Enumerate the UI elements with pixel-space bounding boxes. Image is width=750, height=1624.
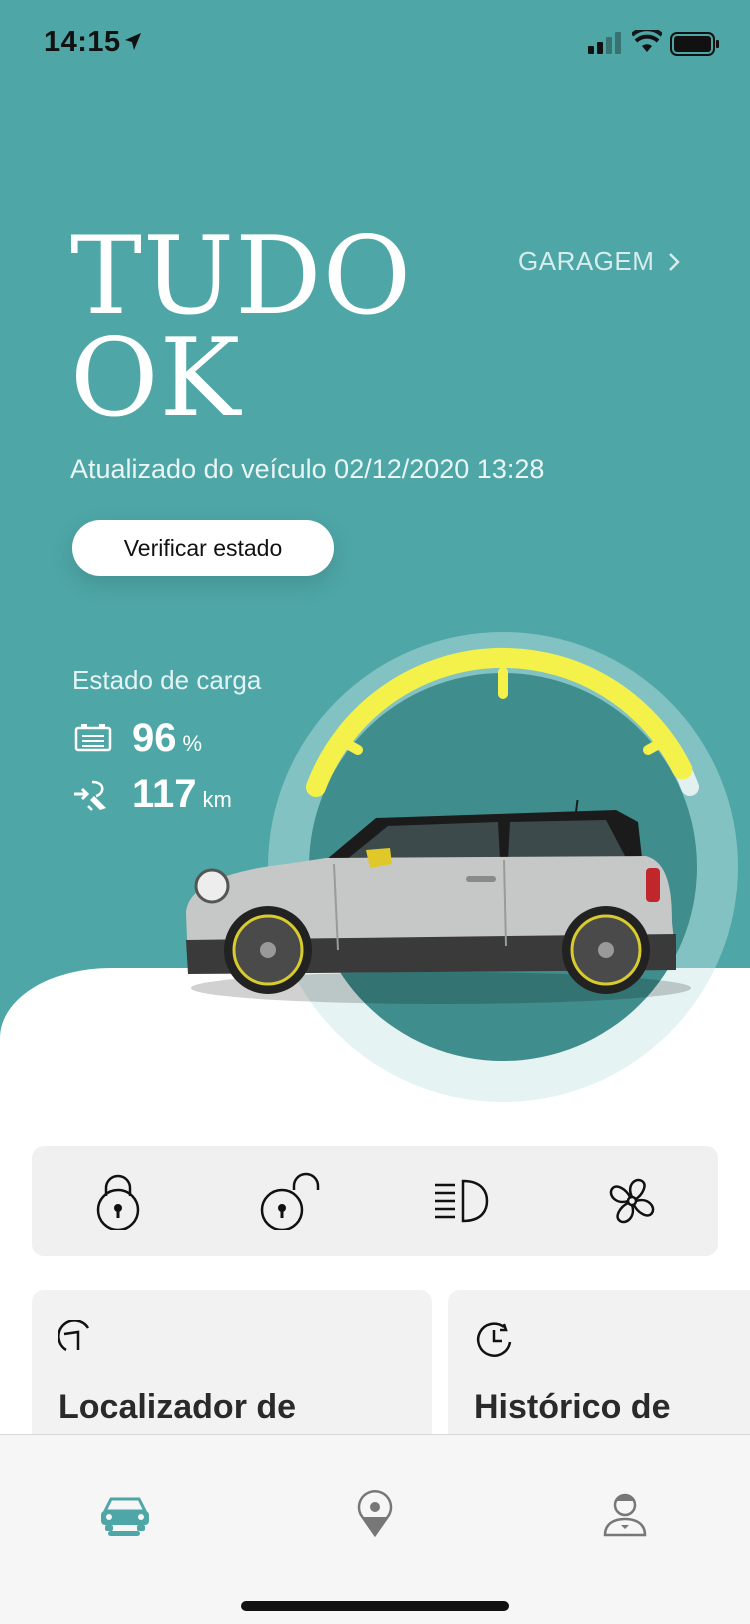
lock-icon: [96, 1174, 139, 1230]
active-tab-indicator: [108, 1531, 140, 1536]
electric-range-icon: [74, 780, 106, 811]
ventilation-button[interactable]: [592, 1161, 672, 1241]
verify-status-button[interactable]: Verificar estado: [72, 520, 334, 576]
headlight-button[interactable]: [421, 1161, 501, 1241]
concierge-icon: [603, 1493, 647, 1537]
quick-actions-bar: [32, 1146, 718, 1256]
status-bar: 14:15: [0, 0, 750, 92]
tab-profile[interactable]: [585, 1473, 665, 1553]
fan-icon: [610, 1178, 655, 1224]
last-updated-text: Atualizado do veículo 02/12/2020 13:28: [70, 454, 545, 484]
tab-vehicle[interactable]: [85, 1473, 165, 1553]
chevron-right-icon: [669, 252, 681, 271]
card-title: Localizador de: [58, 1388, 297, 1426]
vehicle-image: [186, 800, 691, 1004]
headlight-icon: [434, 1179, 489, 1223]
title-line-1: TUDO: [70, 214, 413, 339]
location-arrow-icon: [125, 33, 141, 50]
home-indicator: [241, 1601, 509, 1611]
map-pin-icon: [357, 1490, 393, 1537]
charge-state-label: Estado de carga: [72, 665, 262, 695]
unlock-icon: [261, 1172, 320, 1230]
clock-history-icon: [476, 1322, 512, 1357]
page-title: TUDO OK: [70, 214, 413, 441]
tab-map[interactable]: [335, 1473, 415, 1553]
lock-button[interactable]: [78, 1161, 158, 1241]
tab-bar: [0, 1434, 750, 1624]
title-line-2: OK: [70, 316, 242, 441]
car-icon: [101, 1497, 149, 1531]
locator-arrow-icon: [58, 1320, 90, 1352]
battery-charge-icon: [74, 723, 112, 751]
wifi-icon: [632, 30, 662, 52]
battery-value: 96: [132, 716, 177, 760]
battery-icon: [670, 32, 719, 56]
card-title: Histórico de: [474, 1388, 671, 1426]
unlock-button[interactable]: [249, 1161, 329, 1241]
battery-unit: %: [182, 731, 203, 756]
garage-link[interactable]: GARAGEM: [518, 246, 681, 277]
cellular-signal-icon: [588, 32, 621, 54]
battery-level-row: 96 %: [72, 716, 202, 761]
garage-label: GARAGEM: [518, 246, 655, 276]
status-time: 14:15: [44, 26, 121, 58]
